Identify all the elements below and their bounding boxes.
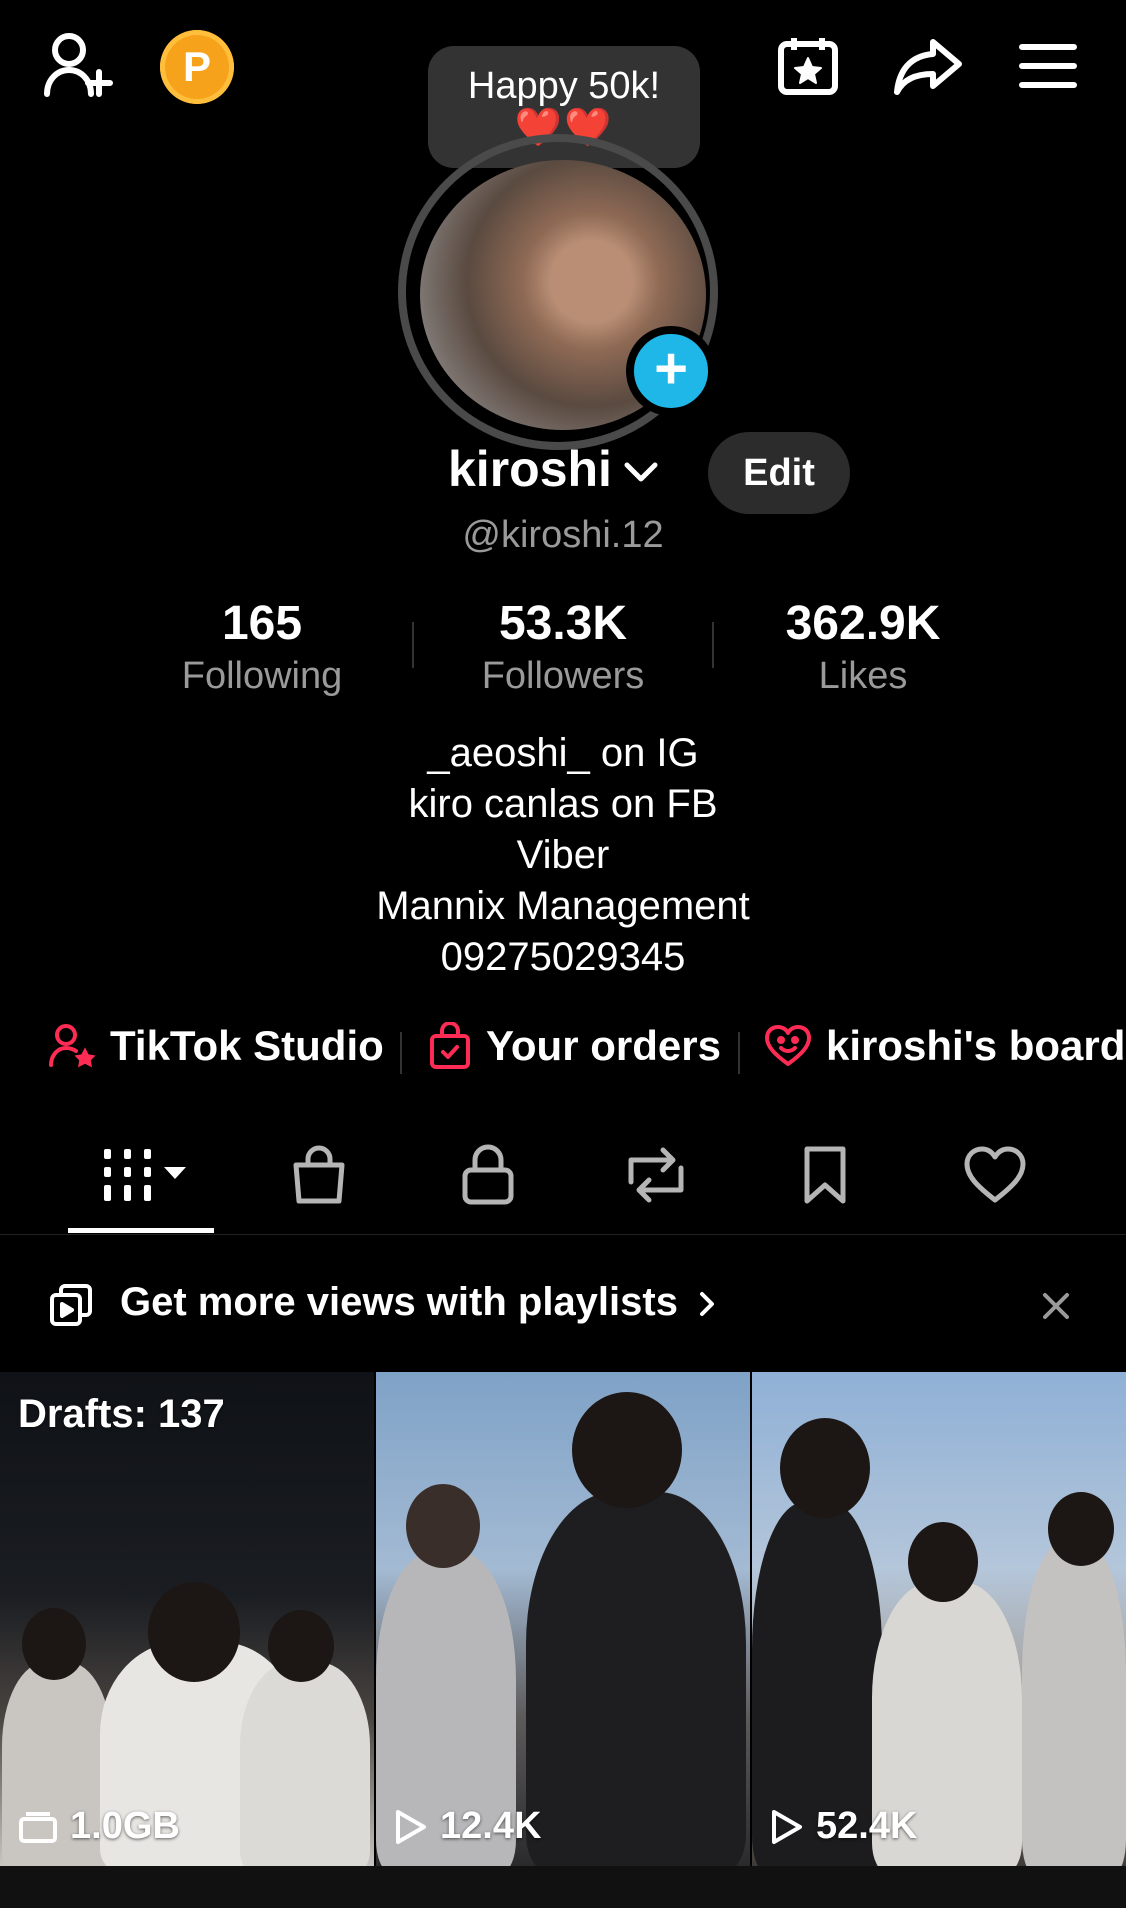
tab-reposts[interactable] (611, 1140, 701, 1210)
link-label: Your orders (486, 1022, 721, 1069)
count-text: 52.4K (816, 1805, 918, 1847)
link-label: kiroshi's board (826, 1022, 1126, 1069)
tab-videos[interactable] (96, 1140, 196, 1210)
stat-value: 165 (221, 597, 303, 650)
stat-following[interactable]: 165 Following (147, 596, 377, 698)
lock-icon (462, 1144, 514, 1205)
thumbnail-figure (572, 1392, 682, 1508)
play-icon (772, 1809, 802, 1844)
stat-label: Following (181, 655, 343, 697)
count-text: 1.0GB (70, 1805, 180, 1847)
tabs-divider (0, 1234, 1126, 1235)
close-icon[interactable] (1036, 1286, 1076, 1326)
drafts-label: Drafts: 137 (18, 1392, 225, 1436)
stat-value: 362.9K (785, 597, 941, 650)
thumbnail-figure (1048, 1492, 1114, 1566)
bio-line: kiro canlas on FB (408, 782, 718, 826)
bookmark-icon (804, 1146, 846, 1204)
your-orders-link[interactable]: Your orders (428, 1022, 721, 1070)
stat-likes[interactable]: 362.9K Likes (748, 596, 978, 698)
playlist-icon (48, 1282, 94, 1328)
stat-divider (412, 622, 414, 668)
view-count: 12.4K (394, 1805, 541, 1848)
storage-size: 1.0GB (18, 1805, 180, 1848)
bubble-text: Happy 50k! (467, 64, 661, 107)
folder-icon (19, 1811, 57, 1843)
video-thumbnail[interactable]: 52.4K (752, 1372, 1126, 1866)
share-icon[interactable] (888, 30, 968, 102)
tab-shop[interactable] (274, 1140, 364, 1210)
thumbnail-figure (526, 1492, 746, 1866)
repost-icon (628, 1147, 684, 1203)
board-icon (765, 1025, 811, 1066)
videos-grid-icon (104, 1149, 186, 1201)
bio-line: _aeoshi_ on IG (427, 731, 699, 775)
board-link[interactable]: kiroshi's board (764, 1022, 1125, 1070)
chevron-down-icon[interactable] (620, 452, 662, 494)
thumbnail-figure (780, 1418, 870, 1518)
calendar-star-icon[interactable] (772, 30, 844, 102)
stat-followers[interactable]: 53.3K Followers (448, 596, 678, 698)
tab-saved[interactable] (780, 1140, 870, 1210)
view-count: 52.4K (770, 1805, 917, 1848)
link-label: TikTok Studio (110, 1022, 384, 1069)
menu-icon[interactable] (1012, 34, 1084, 98)
link-divider (400, 1032, 402, 1074)
link-divider (738, 1032, 740, 1074)
thumbnail-figure (406, 1484, 480, 1568)
thumbnail-figure (22, 1608, 86, 1680)
bio-line: Viber (516, 833, 610, 877)
add-friend-icon[interactable] (36, 28, 120, 104)
active-tab-indicator (68, 1228, 214, 1233)
draft-thumbnail[interactable]: Drafts: 137 1.0GB (0, 1372, 374, 1866)
thumbnail-figure (148, 1582, 240, 1682)
bio-line: Mannix Management (376, 884, 750, 928)
play-icon (396, 1809, 426, 1844)
thumbnail-figure (268, 1610, 334, 1682)
stat-divider (712, 622, 714, 668)
banner-text: Get more views with playlists (120, 1280, 678, 1324)
thumbnail-figure (1022, 1542, 1126, 1866)
count-text: 12.4K (440, 1805, 542, 1847)
heart-icon (964, 1146, 1026, 1203)
add-story-plus-icon[interactable]: + (626, 326, 716, 416)
display-name[interactable]: kiroshi (448, 440, 612, 498)
video-thumbnail[interactable]: 12.4K (376, 1372, 750, 1866)
bio: _aeoshi_ on IG kiro canlas on FB Viber M… (0, 728, 1126, 983)
thumbnail-figure (908, 1522, 978, 1602)
bio-line: 09275029345 (440, 935, 686, 979)
chevron-right-icon (700, 1292, 715, 1317)
coin-icon[interactable]: P (160, 30, 234, 104)
stat-label: Followers (481, 655, 645, 697)
stat-value: 53.3K (498, 597, 628, 650)
studio-icon (49, 1024, 96, 1068)
tab-liked[interactable] (950, 1140, 1040, 1210)
tab-private[interactable] (443, 1140, 533, 1210)
playlist-banner-link[interactable]: Get more views with playlists (120, 1280, 715, 1325)
edit-profile-button[interactable]: Edit (708, 432, 850, 514)
shop-bag-icon (293, 1145, 345, 1204)
next-row-strip (0, 1866, 1126, 1908)
tiktok-studio-link[interactable]: TikTok Studio (48, 1022, 384, 1070)
thumbnail-figure (240, 1662, 370, 1866)
stat-label: Likes (818, 655, 908, 697)
username-handle: @kiroshi.12 (462, 514, 664, 556)
orders-bag-icon (430, 1022, 470, 1069)
coin-letter: P (182, 43, 211, 90)
